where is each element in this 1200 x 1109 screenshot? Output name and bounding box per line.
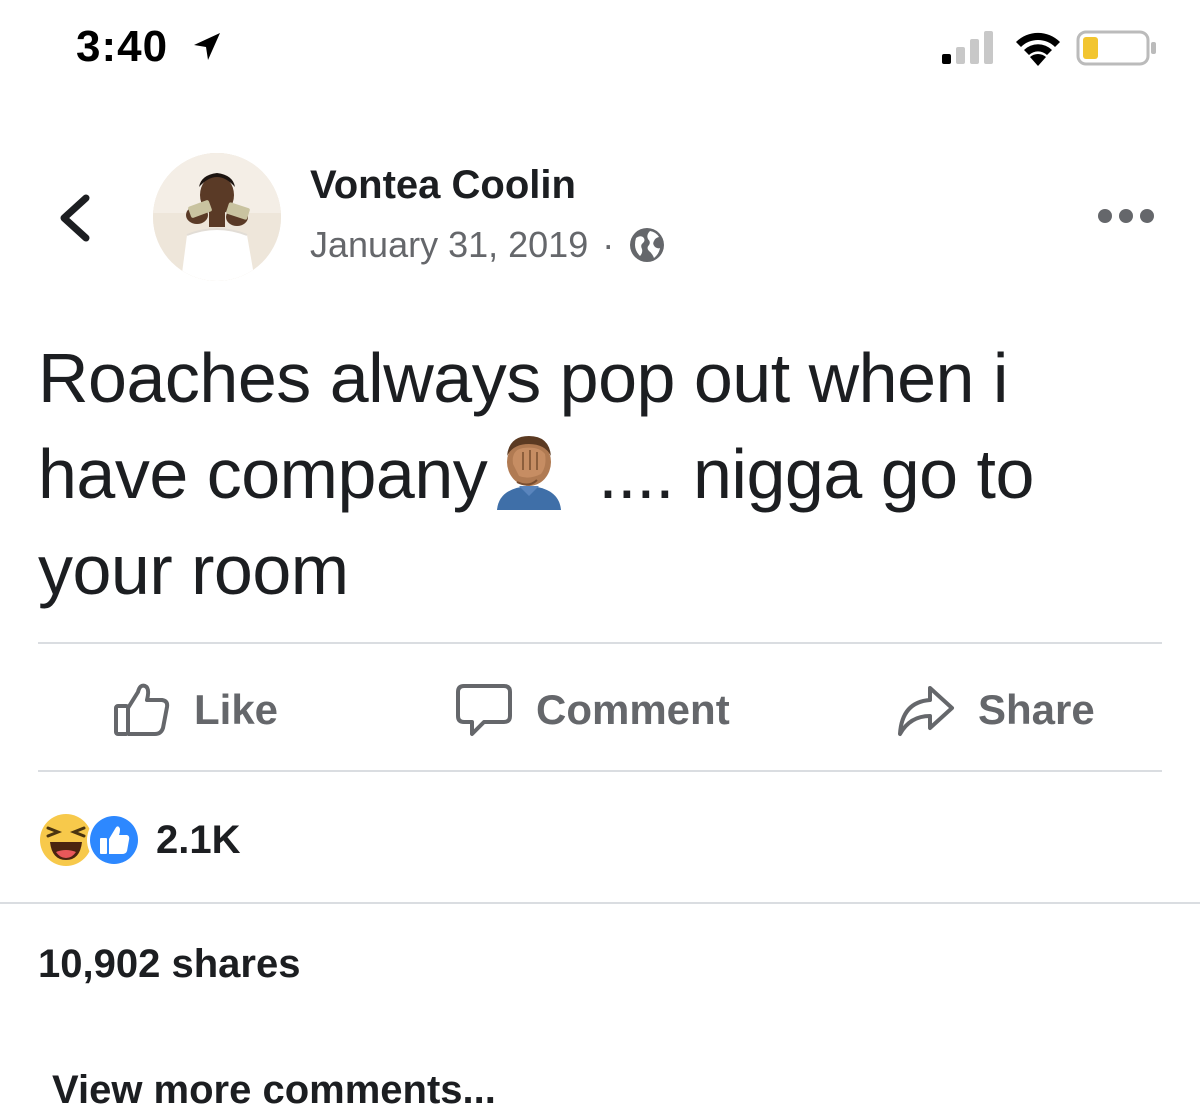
facepalm-emoji xyxy=(497,436,562,510)
like-reaction-icon xyxy=(87,813,141,867)
author-name[interactable]: Vontea Coolin xyxy=(310,163,576,208)
more-options-icon[interactable] xyxy=(1096,205,1156,227)
cellular-signal-icon xyxy=(942,31,993,64)
status-time: 3:40 xyxy=(76,22,169,71)
divider-actions xyxy=(38,770,1162,772)
avatar-photo xyxy=(153,153,281,281)
facebook-post-screen: 3:40 Vontea Coolin January 31, 2019 · Ro… xyxy=(0,0,1200,1109)
share-button[interactable]: Share xyxy=(896,672,1095,748)
battery-icon xyxy=(1076,30,1156,66)
comment-button[interactable]: Comment xyxy=(454,672,730,748)
reactions-summary[interactable]: 2.1K xyxy=(38,810,241,870)
post-text: Roaches always pop out when i have compa… xyxy=(38,330,1148,618)
author-avatar[interactable] xyxy=(153,153,281,281)
share-count[interactable]: 10,902 shares xyxy=(38,942,300,987)
wifi-icon xyxy=(1016,32,1060,66)
view-more-comments-link[interactable]: View more comments... xyxy=(52,1068,496,1109)
thumbs-up-icon xyxy=(114,683,170,736)
share-label: Share xyxy=(978,686,1095,733)
divider-reactions xyxy=(0,902,1200,904)
share-arrow-icon xyxy=(898,686,954,736)
like-label: Like xyxy=(194,686,279,733)
status-bar: 3:40 xyxy=(0,0,1200,100)
divider-top xyxy=(38,642,1162,644)
globe-icon xyxy=(630,228,665,262)
post-meta: January 31, 2019 · xyxy=(310,224,666,266)
reaction-count: 2.1K xyxy=(156,817,241,862)
post-date[interactable]: January 31, 2019 xyxy=(310,224,588,266)
comment-bubble-icon xyxy=(456,684,512,736)
meta-separator: · xyxy=(602,224,615,265)
like-button[interactable]: Like xyxy=(112,672,278,748)
location-arrow-icon xyxy=(194,33,220,60)
back-chevron-icon[interactable] xyxy=(50,190,98,246)
comment-label: Comment xyxy=(536,686,730,733)
